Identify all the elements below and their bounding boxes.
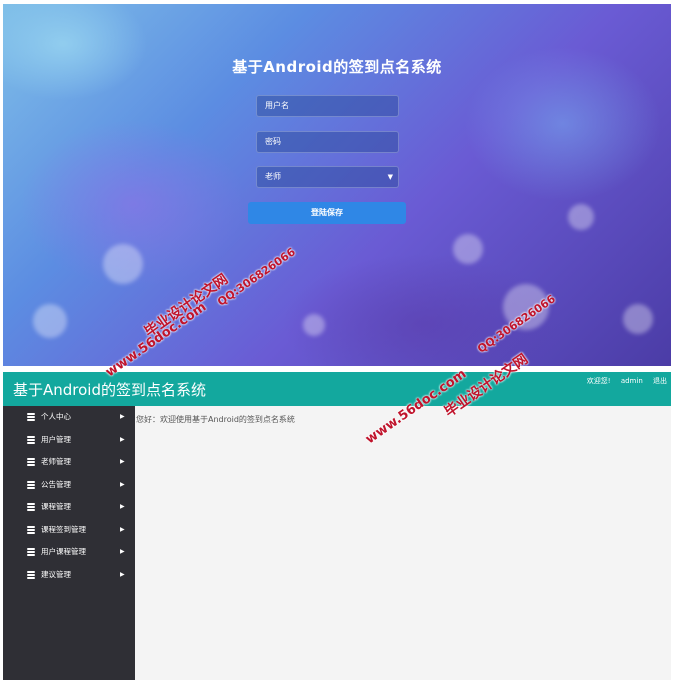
username-input[interactable]: 用户名 bbox=[256, 95, 399, 117]
header-user-area: 欢迎您! admin 退出 bbox=[579, 376, 667, 386]
sidebar-item-suggestions[interactable]: 建议管理 ▶ bbox=[3, 564, 135, 587]
sidebar-item-label: 个人中心 bbox=[41, 412, 71, 421]
caret-right-icon: ▶ bbox=[120, 548, 125, 555]
caret-right-icon: ▶ bbox=[120, 435, 125, 443]
bokeh-light bbox=[568, 204, 594, 230]
sidebar-item-label: 建议管理 bbox=[41, 569, 71, 579]
database-icon bbox=[27, 548, 35, 556]
sidebar-item-courses[interactable]: 课程管理 ▶ bbox=[3, 496, 135, 519]
sidebar-item-label: 课程管理 bbox=[41, 502, 71, 511]
bokeh-light bbox=[453, 234, 483, 264]
sidebar-item-teachers[interactable]: 老师管理 ▶ bbox=[3, 451, 135, 474]
caret-right-icon: ▶ bbox=[120, 503, 125, 510]
bokeh-light bbox=[303, 314, 325, 336]
dropdown-arrow-icon: ▼ bbox=[387, 173, 393, 181]
top-header: 基于Android的签到点名系统 欢迎您! admin 退出 bbox=[3, 372, 671, 406]
sidebar-item-label: 课程签到管理 bbox=[41, 524, 86, 534]
database-icon bbox=[27, 413, 35, 421]
bokeh-light bbox=[103, 244, 143, 284]
caret-right-icon: ▶ bbox=[120, 570, 125, 578]
login-button[interactable]: 登陆保存 bbox=[248, 202, 406, 224]
logout-link[interactable]: 退出 bbox=[653, 377, 667, 385]
sidebar-menu: 个人中心 ▶ 用户管理 ▶ 老师管理 ▶ 公告管理 ▶ 课程管理 ▶ 课程签到管… bbox=[3, 406, 135, 680]
app-title: 基于Android的签到点名系统 bbox=[13, 381, 206, 399]
header-welcome: 欢迎您! bbox=[586, 377, 611, 385]
database-icon bbox=[27, 458, 35, 466]
welcome-message: 您好：欢迎使用基于Android的签到点名系统 bbox=[136, 415, 295, 424]
database-icon bbox=[27, 435, 35, 444]
database-icon bbox=[27, 525, 35, 534]
database-icon bbox=[27, 503, 35, 511]
caret-right-icon: ▶ bbox=[120, 458, 125, 465]
login-screen: 基于Android的签到点名系统 用户名 密码 老师 ▼ 登陆保存 bbox=[3, 4, 671, 366]
role-select-value: 老师 bbox=[265, 172, 281, 181]
sidebar-item-label: 公告管理 bbox=[41, 479, 71, 489]
sidebar-item-label: 老师管理 bbox=[41, 457, 71, 466]
sidebar-item-label: 用户课程管理 bbox=[41, 547, 86, 556]
role-select[interactable]: 老师 ▼ bbox=[256, 166, 399, 188]
bokeh-light bbox=[33, 304, 67, 338]
bokeh-light bbox=[623, 304, 653, 334]
caret-right-icon: ▶ bbox=[120, 480, 125, 488]
sidebar-item-course-checkin[interactable]: 课程签到管理 ▶ bbox=[3, 519, 135, 542]
login-title: 基于Android的签到点名系统 bbox=[232, 58, 442, 76]
header-username: admin bbox=[620, 377, 643, 385]
sidebar-item-users[interactable]: 用户管理 ▶ bbox=[3, 429, 135, 452]
admin-dashboard: 基于Android的签到点名系统 欢迎您! admin 退出 个人中心 ▶ 用户… bbox=[3, 372, 671, 680]
password-input[interactable]: 密码 bbox=[256, 131, 399, 153]
caret-right-icon: ▶ bbox=[120, 525, 125, 533]
sidebar-item-announcements[interactable]: 公告管理 ▶ bbox=[3, 474, 135, 497]
database-icon bbox=[27, 570, 35, 579]
sidebar-item-profile[interactable]: 个人中心 ▶ bbox=[3, 406, 135, 429]
sidebar-item-user-courses[interactable]: 用户课程管理 ▶ bbox=[3, 541, 135, 564]
sidebar-item-label: 用户管理 bbox=[41, 434, 71, 444]
caret-right-icon: ▶ bbox=[120, 413, 125, 420]
database-icon bbox=[27, 480, 35, 489]
